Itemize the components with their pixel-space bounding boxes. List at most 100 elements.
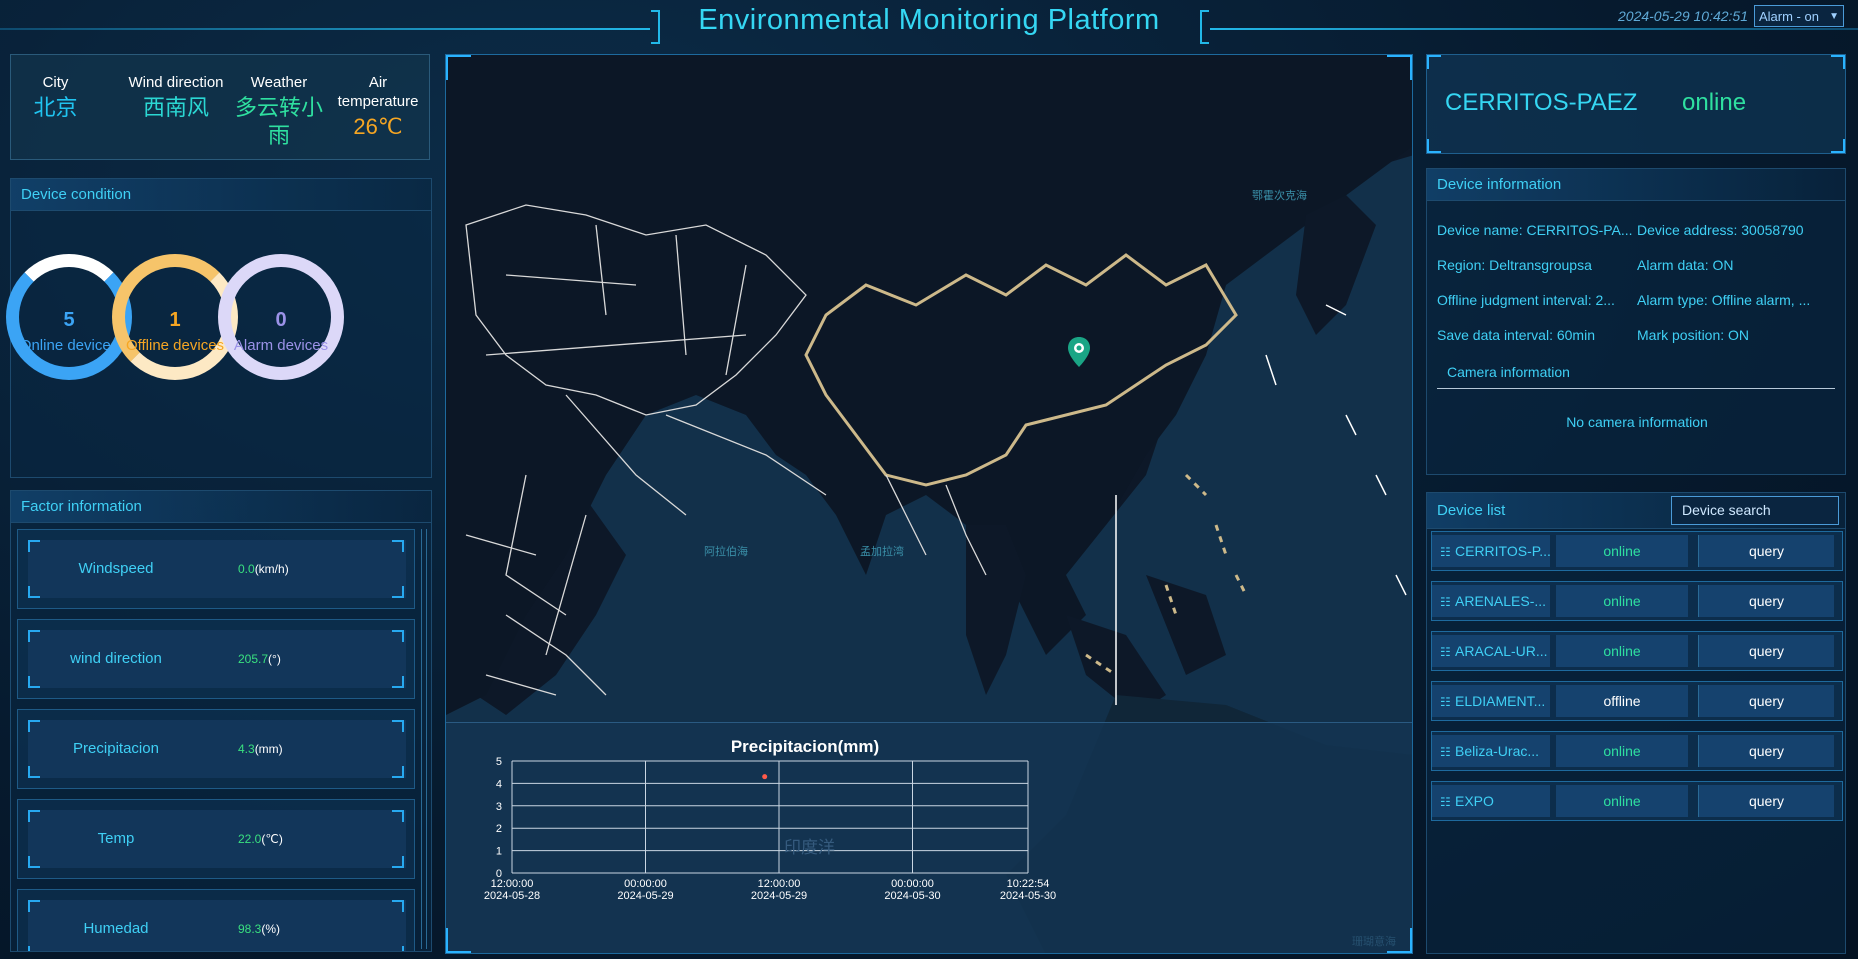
info-device-name: Device name: CERRITOS-PA...: [1437, 222, 1633, 238]
hierarchy-icon: ☷: [1440, 795, 1451, 809]
weather-block: Weather 多云转小 雨: [229, 73, 329, 150]
device-status: online: [1556, 635, 1688, 667]
hierarchy-icon: ☷: [1440, 545, 1451, 559]
info-alarm-data: Alarm data: ON: [1637, 257, 1734, 273]
query-button[interactable]: query: [1698, 785, 1834, 817]
city-block: City 北京: [23, 73, 88, 122]
chart-x-tick-time: 00:00:00: [624, 878, 667, 890]
factor-value: 98.3(%): [238, 922, 281, 936]
weather-label: Weather: [250, 74, 308, 91]
factor-name: Windspeed: [78, 560, 154, 577]
chart-x-tick-date: 2024-05-29: [751, 890, 807, 902]
map-label-okhotsk: 鄂霍次克海: [1252, 190, 1307, 202]
chart-x-tick-date: 2024-05-28: [484, 890, 540, 902]
device-condition-title: Device condition: [11, 179, 431, 211]
map-label-bengal: 孟加拉湾: [860, 546, 904, 558]
device-name[interactable]: ☷ ELDIAMENT...: [1432, 685, 1550, 717]
device-name[interactable]: ☷ ARACAL-UR...: [1432, 635, 1550, 667]
factor-row: Humedad 98.3(%): [17, 889, 415, 951]
chart-y-tick-label: 2: [496, 823, 502, 835]
device-row[interactable]: ☷ ARACAL-UR... online query: [1431, 631, 1843, 671]
device-status: online: [1556, 735, 1688, 767]
factor-scrollbar[interactable]: [421, 529, 427, 949]
device-status: online: [1556, 585, 1688, 617]
factor-name: Temp: [97, 830, 135, 847]
device-info-title: Device information: [1427, 169, 1845, 201]
factor-title: Factor information: [11, 491, 431, 523]
wind-block: Wind direction 西南风: [111, 73, 241, 122]
temp-label-line1: Air: [368, 74, 388, 91]
factor-name: Humedad: [83, 920, 149, 937]
chart-x-tick-date: 2024-05-29: [617, 890, 673, 902]
device-info-panel: Device information Device name: CERRITOS…: [1426, 168, 1846, 475]
weather-value-line1: 多云转小: [234, 95, 323, 120]
info-save-interval: Save data interval: 60min: [1437, 327, 1595, 343]
device-row[interactable]: ☷ ARENALES-... online query: [1431, 581, 1843, 621]
factor-row: Precipitacion 4.3(mm): [17, 709, 415, 789]
query-button[interactable]: query: [1698, 535, 1834, 567]
chart-x-tick-date: 2024-05-30: [884, 890, 940, 902]
chart-x-tick-date: 2024-05-30: [1000, 890, 1056, 902]
selected-device-status: online: [1682, 89, 1747, 116]
factor-row: Windspeed 0.0(km/h): [17, 529, 415, 609]
temp-block: Air temperature 26℃: [333, 73, 423, 141]
device-status: offline: [1556, 685, 1688, 717]
device-name[interactable]: ☷ EXPO: [1432, 785, 1550, 817]
hierarchy-icon: ☷: [1440, 695, 1451, 709]
temp-value: 26℃: [353, 114, 403, 139]
query-button[interactable]: query: [1698, 585, 1834, 617]
device-row[interactable]: ☷ Beliza-Urac... online query: [1431, 731, 1843, 771]
device-name[interactable]: ☷ Beliza-Urac...: [1432, 735, 1550, 767]
device-name[interactable]: ☷ CERRITOS-P...: [1432, 535, 1550, 567]
device-row[interactable]: ☷ ELDIAMENT... offline query: [1431, 681, 1843, 721]
alarm-devices-ring: 0 Alarm devices: [218, 254, 344, 380]
alarm-select[interactable]: Alarm - on ▼: [1754, 5, 1844, 27]
device-status: online: [1556, 785, 1688, 817]
weather-panel: City 北京 Wind direction 西南风 Weather 多云转小 …: [10, 54, 430, 160]
info-mark-position: Mark position: ON: [1637, 327, 1750, 343]
query-button[interactable]: query: [1698, 685, 1834, 717]
device-list-panel: Device list Device search ☷ CERRITOS-P...…: [1426, 492, 1846, 954]
query-button[interactable]: query: [1698, 735, 1834, 767]
query-button[interactable]: query: [1698, 635, 1834, 667]
chart-x-tick-time: 00:00:00: [891, 878, 934, 890]
device-search-input[interactable]: Device search: [1671, 496, 1839, 525]
temp-label-line2: temperature: [337, 93, 419, 110]
info-region: Region: Deltransgroupsa: [1437, 257, 1592, 273]
city-value: 北京: [33, 95, 78, 120]
factor-value: 205.7(°): [238, 652, 281, 666]
header-line-right: [1210, 28, 1858, 30]
chart-x-tick-time: 10:22:54: [1007, 878, 1050, 890]
factor-name: Precipitacion: [73, 740, 159, 757]
factor-value: 4.3(mm): [238, 742, 283, 756]
factor-panel: Factor information Windspeed 0.0(km/h) w…: [10, 490, 432, 952]
info-device-address: Device address: 30058790: [1637, 222, 1804, 238]
alarm-select-value: Alarm - on: [1759, 8, 1819, 24]
factor-value: 0.0(km/h): [238, 562, 289, 576]
header-bracket-right: [1200, 10, 1209, 44]
chevron-down-icon: ▼: [1829, 10, 1839, 22]
factor-row: Temp 22.0(℃): [17, 799, 415, 879]
selected-device-name: CERRITOS-PAEZ: [1445, 89, 1638, 116]
datetime: 2024-05-29 10:42:51: [1618, 8, 1748, 24]
chart-y-tick-label: 5: [496, 756, 502, 768]
precipitation-chart: Precipitacion(mm) 0 1 2 3 4 5 12:00:00 2024-05-…: [446, 722, 1412, 953]
device-marker-icon[interactable]: [1068, 337, 1090, 367]
device-name[interactable]: ☷ ARENALES-...: [1432, 585, 1550, 617]
hierarchy-icon: ☷: [1440, 745, 1451, 759]
device-row[interactable]: ☷ CERRITOS-P... online query: [1431, 531, 1843, 571]
hierarchy-icon: ☷: [1440, 595, 1451, 609]
header: Environmental Monitoring Platform 2024-0…: [0, 0, 1858, 46]
factor-name: wind direction: [70, 650, 162, 667]
page-title: Environmental Monitoring Platform: [698, 4, 1160, 36]
map-view[interactable]: 鄂霍次克海 阿拉伯海 孟加拉湾 印度洋 珊瑚意海 Precipitacion(m…: [445, 54, 1413, 954]
chart-y-tick-label: 1: [496, 846, 502, 858]
camera-empty-message: No camera information: [1566, 414, 1708, 430]
device-status: online: [1556, 535, 1688, 567]
alarm-label: Alarm devices: [233, 337, 329, 354]
chart-x-tick-time: 12:00:00: [491, 878, 534, 890]
chart-x-tick-time: 12:00:00: [758, 878, 801, 890]
device-row[interactable]: ☷ EXPO online query: [1431, 781, 1843, 821]
device-header-panel: CERRITOS-PAEZ online: [1426, 54, 1846, 154]
factor-value: 22.0(℃): [238, 832, 283, 846]
